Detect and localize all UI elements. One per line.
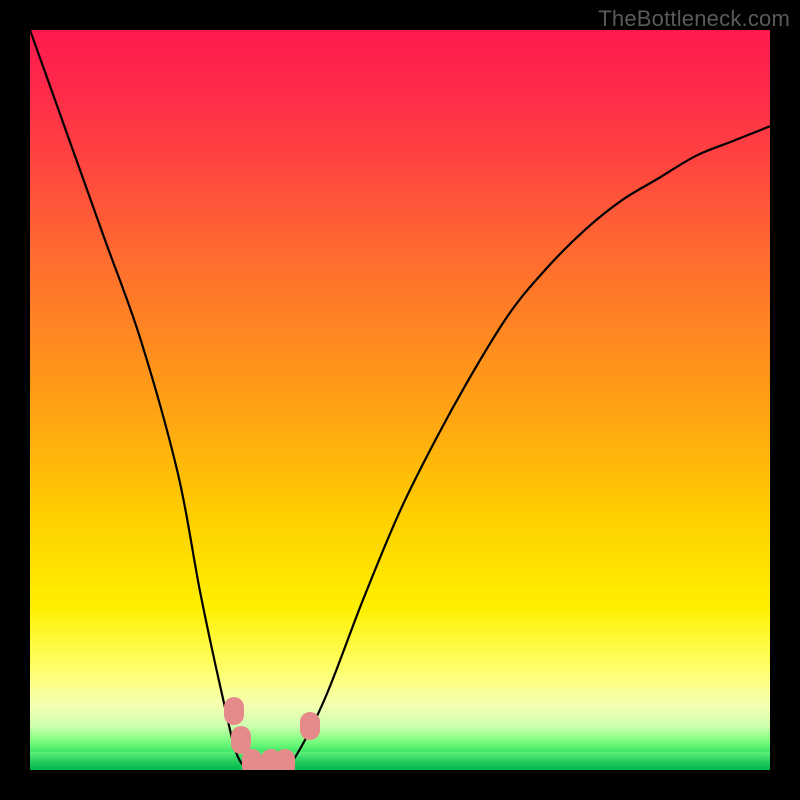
bottleneck-curve (30, 30, 770, 770)
min-right-rise (300, 712, 320, 740)
plot-area (30, 30, 770, 770)
min-left-drop (224, 697, 244, 725)
watermark-text: TheBottleneck.com (598, 6, 790, 32)
min-floor-l (242, 749, 262, 770)
chart-frame: TheBottleneck.com (0, 0, 800, 800)
min-floor-r (275, 749, 295, 770)
